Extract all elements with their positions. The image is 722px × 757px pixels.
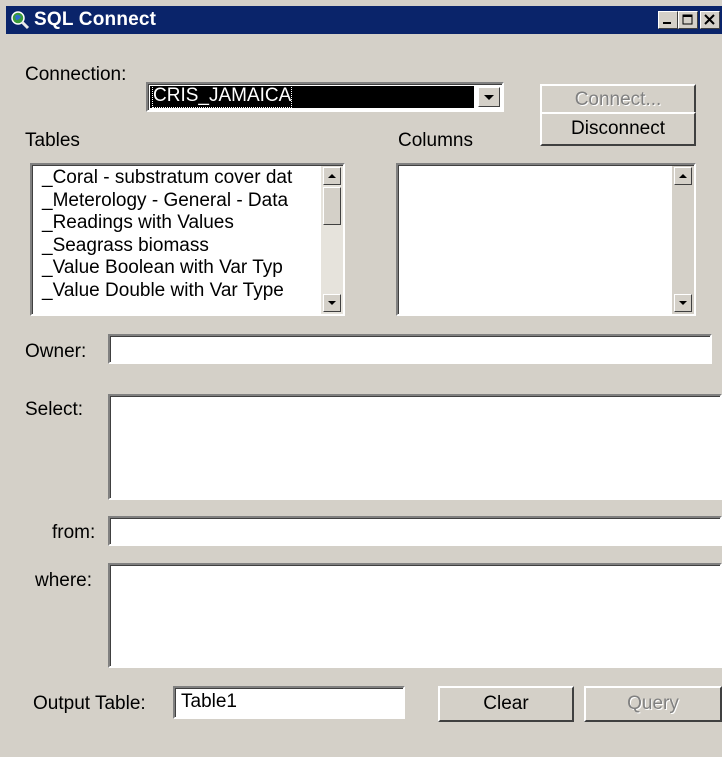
disconnect-button-label: Disconnect [571, 118, 665, 139]
sql-magnifier-globe-icon [11, 11, 30, 30]
tables-label: Tables [25, 130, 80, 151]
close-button[interactable] [700, 11, 720, 29]
scroll-up-button[interactable] [323, 167, 341, 185]
scroll-down-button[interactable] [674, 294, 692, 312]
minimize-icon [663, 22, 671, 24]
close-icon [704, 14, 715, 25]
connection-label: Connection: [25, 64, 127, 85]
owner-field[interactable] [108, 334, 712, 364]
tables-scrollbar[interactable] [321, 165, 343, 314]
select-textarea[interactable] [108, 394, 722, 500]
table-list-item[interactable]: _Seagrass biomass [42, 235, 209, 257]
table-list-item[interactable]: _Coral - substratum cover dat [42, 167, 292, 189]
query-button-label: Query [627, 693, 679, 714]
from-field[interactable] [108, 516, 722, 546]
scroll-up-icon [679, 174, 687, 178]
output-table-label: Output Table: [33, 693, 146, 714]
maximize-button[interactable] [678, 11, 698, 29]
scroll-down-button[interactable] [323, 294, 341, 312]
connection-dropdown[interactable]: CRIS_JAMAICA [146, 82, 504, 112]
connection-selection-highlight: CRIS_JAMAICA [150, 84, 474, 108]
connect-button-label: Connect... [574, 89, 662, 110]
disconnect-button[interactable]: Disconnect [540, 112, 696, 146]
title-bar[interactable]: SQL Connect [6, 6, 722, 34]
minimize-button[interactable] [658, 11, 678, 29]
where-label: where: [35, 570, 93, 591]
maximize-icon [682, 14, 693, 25]
from-label: from: [52, 522, 96, 543]
scroll-down-icon [679, 301, 687, 305]
clear-button-label: Clear [483, 693, 529, 714]
clear-button[interactable]: Clear [438, 686, 574, 722]
scroll-up-icon [328, 174, 336, 178]
select-label: Select: [25, 399, 84, 420]
scroll-down-icon [328, 301, 336, 305]
connection-value: CRIS_JAMAICA [151, 84, 293, 108]
scroll-up-button[interactable] [674, 167, 692, 185]
output-table-value: Table1 [181, 691, 237, 712]
table-list-item[interactable]: _Value Double with Var Type [42, 280, 284, 302]
owner-label: Owner: [25, 341, 87, 362]
query-button[interactable]: Query [584, 686, 722, 722]
sql-connect-window: SQL Connect Connection: CRIS_JAMAICA Con… [0, 0, 722, 757]
output-table-field[interactable]: Table1 [173, 686, 405, 719]
columns-scrollbar[interactable] [672, 165, 694, 314]
window-title: SQL Connect [34, 9, 157, 30]
scroll-thumb[interactable] [323, 187, 341, 225]
dropdown-arrow-button[interactable] [478, 87, 500, 107]
table-list-item[interactable]: _Value Boolean with Var Typ [42, 257, 283, 279]
columns-label: Columns [398, 130, 473, 151]
table-list-item[interactable]: _Readings with Values [42, 212, 234, 234]
table-list-item[interactable]: _Meterology - General - Data [42, 190, 288, 212]
columns-list[interactable] [396, 163, 696, 316]
where-textarea[interactable] [108, 563, 722, 668]
tables-list[interactable]: _Coral - substratum cover dat _Meterology… [30, 163, 345, 316]
chevron-down-icon [484, 95, 494, 100]
